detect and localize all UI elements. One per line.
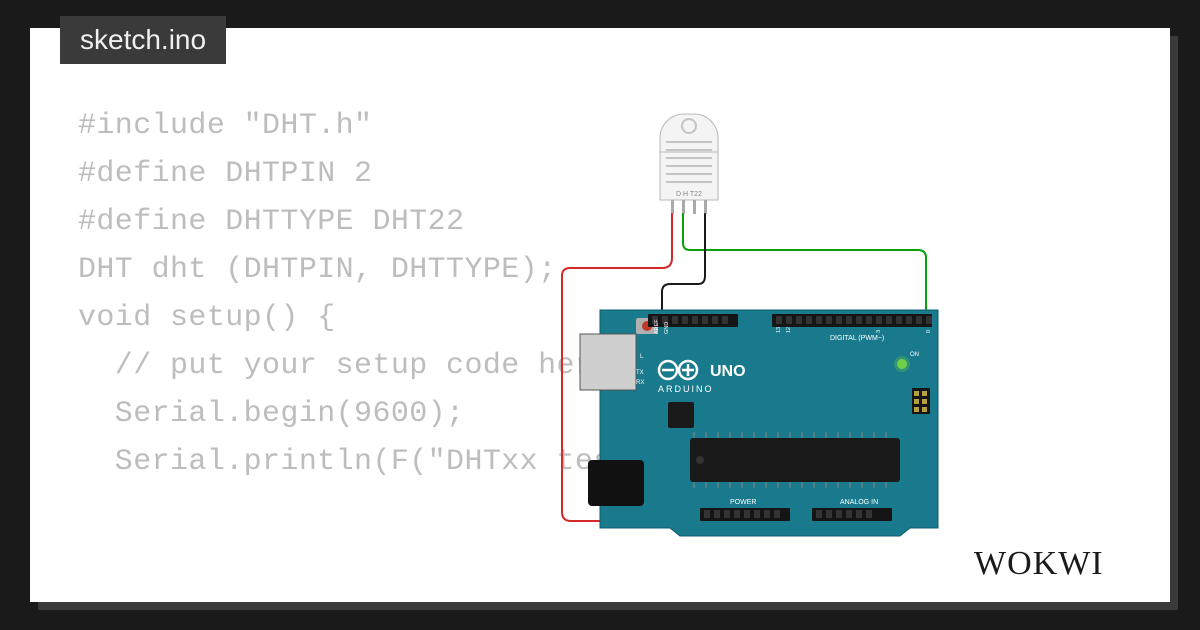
rx-label: RX xyxy=(636,380,644,386)
file-tab[interactable]: sketch.ino xyxy=(60,16,226,64)
on-label: ON xyxy=(910,352,919,358)
svg-text:GND: GND xyxy=(664,322,670,334)
tx-label: TX xyxy=(636,370,644,376)
circuit-diagram[interactable]: D H T22 xyxy=(540,108,940,538)
dht22-sensor-icon[interactable]: D H T22 xyxy=(660,114,718,214)
svg-text:0: 0 xyxy=(926,330,932,333)
sensor-label: D H T22 xyxy=(676,191,702,198)
wire-green xyxy=(683,214,926,312)
arduino-uno-board-icon[interactable]: UNO ARDUINO DIGITAL (PWM~) ANALOG IN POW… xyxy=(580,310,938,536)
svg-text:AREF: AREF xyxy=(654,319,660,334)
logo-text: WOKWI xyxy=(974,545,1104,582)
wokwi-logo: WOKWI xyxy=(974,540,1134,594)
main-panel: sketch.ino #include "DHT.h" #define DHTP… xyxy=(30,28,1170,602)
digital-label: DIGITAL (PWM~) xyxy=(830,335,884,342)
filename-label: sketch.ino xyxy=(80,24,206,55)
svg-text:3: 3 xyxy=(876,330,882,333)
analog-label: ANALOG IN xyxy=(840,499,878,506)
power-label: POWER xyxy=(730,499,756,506)
svg-text:12: 12 xyxy=(786,327,792,333)
svg-text:13: 13 xyxy=(776,327,782,333)
board-brand: ARDUINO xyxy=(658,384,714,394)
board-name: UNO xyxy=(710,363,746,380)
